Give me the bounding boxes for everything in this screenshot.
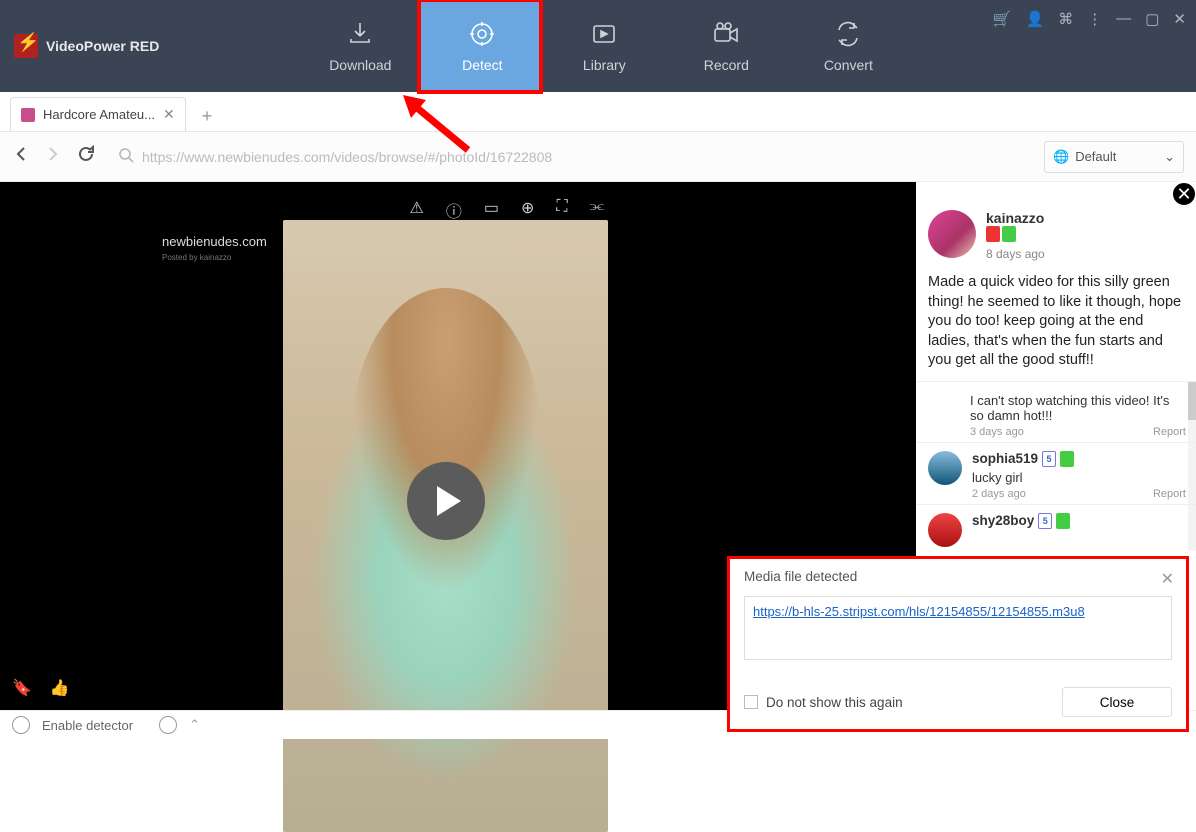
badge-blue-icon: 5 xyxy=(1038,513,1052,529)
nav-convert-label: Convert xyxy=(824,57,873,73)
nav-detect[interactable]: Detect xyxy=(421,0,543,92)
tab-title: Hardcore Amateu... xyxy=(43,107,155,122)
chevron-up-icon[interactable]: ⌃ xyxy=(189,717,200,733)
poster-badges xyxy=(986,226,1016,242)
address-bar[interactable] xyxy=(110,147,1030,166)
theater-icon[interactable]: ▭ xyxy=(484,198,499,222)
comment-item: shy28boy 5 xyxy=(916,505,1196,551)
badge-green-icon xyxy=(1060,451,1074,467)
nav-library-label: Library xyxy=(583,57,626,73)
badge-red-icon xyxy=(986,226,1000,242)
browser-tabstrip: Hardcore Amateu... ✕ + xyxy=(0,92,1196,132)
app-titlebar: VideoPower RED Download Detect Library R… xyxy=(0,0,1196,92)
video-footer-icons: 🔖 👍 xyxy=(12,678,70,698)
post-text: Made a quick video for this silly green … xyxy=(916,271,1196,381)
download-icon xyxy=(345,19,375,49)
popup-url-box: https://b-hls-25.stripst.com/hls/1215485… xyxy=(744,596,1172,660)
history-icon[interactable] xyxy=(159,716,177,734)
nav-download[interactable]: Download xyxy=(299,0,421,92)
popup-title: Media file detected xyxy=(744,569,1172,584)
popup-close-icon[interactable]: ✕ xyxy=(1161,569,1174,589)
comment-body: lucky girl xyxy=(972,470,1074,485)
browser-toolbar: 🌐 Default ⌄ xyxy=(0,132,1196,182)
detect-icon xyxy=(467,19,497,49)
search-icon xyxy=(118,147,134,166)
panel-close-button[interactable]: ✕ xyxy=(1170,180,1196,208)
app-logo-icon xyxy=(14,34,38,58)
maximize-button[interactable]: ▢ xyxy=(1145,10,1159,28)
report-link[interactable]: Report xyxy=(1153,426,1186,438)
comment-item: sophia519 5 lucky girl 2 days ago Report xyxy=(916,443,1196,505)
report-link[interactable]: Report xyxy=(1153,488,1186,500)
new-tab-button[interactable]: + xyxy=(194,102,221,131)
default-label: Default xyxy=(1075,149,1116,164)
bookmark-icon[interactable]: 🔖 xyxy=(12,678,32,698)
site-watermark: newbienudes.com Posted by kainazzo xyxy=(162,234,267,262)
comment-username[interactable]: shy28boy 5 xyxy=(972,513,1070,529)
popup-close-button[interactable]: Close xyxy=(1062,687,1172,717)
app-title: VideoPower RED xyxy=(46,38,159,54)
record-icon xyxy=(711,19,741,49)
nav-library[interactable]: Library xyxy=(543,0,665,92)
nav-record[interactable]: Record xyxy=(665,0,787,92)
info-icon[interactable]: ⓘ xyxy=(446,198,462,222)
badge-blue-icon: 5 xyxy=(1042,451,1056,467)
reload-button[interactable] xyxy=(76,144,96,169)
video-thumbnail[interactable] xyxy=(283,220,608,832)
nav-detect-label: Detect xyxy=(462,57,502,73)
post-time: 8 days ago xyxy=(986,247,1045,261)
poster-username[interactable]: kainazzo xyxy=(986,210,1045,226)
comment-time: 3 days ago xyxy=(970,426,1184,438)
dont-show-checkbox[interactable]: Do not show this again xyxy=(744,695,903,710)
comment-item: I can't stop watching this video! It's s… xyxy=(916,382,1196,443)
like-icon[interactable]: 👍 xyxy=(50,678,70,698)
checkbox-box[interactable] xyxy=(744,695,758,709)
detected-url-link[interactable]: https://b-hls-25.stripst.com/hls/1215485… xyxy=(753,604,1085,619)
enable-detector-label[interactable]: Enable detector xyxy=(42,718,133,733)
forward-button[interactable] xyxy=(44,145,62,168)
back-button[interactable] xyxy=(12,145,30,168)
url-input[interactable] xyxy=(142,149,1022,165)
close-button[interactable]: ✕ xyxy=(1173,10,1186,28)
globe-icon: 🌐 xyxy=(1053,149,1069,165)
minimize-button[interactable]: — xyxy=(1116,10,1131,28)
share-icon[interactable]: ⫘ xyxy=(590,198,604,222)
browser-tab[interactable]: Hardcore Amateu... ✕ xyxy=(10,97,186,131)
cart-icon[interactable]: 🛒 xyxy=(993,10,1012,28)
convert-icon xyxy=(833,19,863,49)
window-controls: 🛒 👤 ⌘ ⋮ — ▢ ✕ xyxy=(993,10,1186,28)
video-toolbar: ⚠ ⓘ ▭ ⊕ ⛶ ⫘ xyxy=(410,198,605,222)
media-detected-popup: Media file detected ✕ https://b-hls-25.s… xyxy=(727,556,1189,732)
badge-green-icon xyxy=(1002,226,1016,242)
poster-block: kainazzo 8 days ago xyxy=(916,182,1196,271)
badge-green-icon xyxy=(1056,513,1070,529)
nav-convert[interactable]: Convert xyxy=(787,0,909,92)
default-selector[interactable]: 🌐 Default ⌄ xyxy=(1044,141,1184,173)
warning-icon[interactable]: ⚠ xyxy=(410,198,424,222)
comment-time: 2 days ago xyxy=(972,488,1074,500)
more-icon[interactable]: ⋮ xyxy=(1087,10,1102,28)
comments-list: I can't stop watching this video! It's s… xyxy=(916,381,1196,551)
poster-avatar[interactable] xyxy=(928,210,976,258)
play-button[interactable] xyxy=(407,462,485,540)
comment-avatar[interactable] xyxy=(928,451,962,485)
detector-icon[interactable] xyxy=(12,716,30,734)
fullscreen-icon[interactable]: ⛶ xyxy=(556,198,567,222)
tab-favicon xyxy=(21,108,35,122)
apps-icon[interactable]: ⌘ xyxy=(1058,10,1073,28)
zoom-icon[interactable]: ⊕ xyxy=(521,198,534,222)
app-logo: VideoPower RED xyxy=(0,34,159,58)
library-icon xyxy=(589,19,619,49)
checkbox-label: Do not show this again xyxy=(766,695,903,710)
nav-download-label: Download xyxy=(329,57,391,73)
nav-record-label: Record xyxy=(704,57,749,73)
comment-username[interactable]: sophia519 5 xyxy=(972,451,1074,467)
user-icon[interactable]: 👤 xyxy=(1026,10,1045,28)
comment-body: I can't stop watching this video! It's s… xyxy=(970,393,1184,423)
comment-avatar[interactable] xyxy=(928,513,962,547)
tab-close-icon[interactable]: ✕ xyxy=(163,106,175,123)
main-nav: Download Detect Library Record Convert xyxy=(299,0,909,92)
chevron-down-icon: ⌄ xyxy=(1164,149,1175,165)
